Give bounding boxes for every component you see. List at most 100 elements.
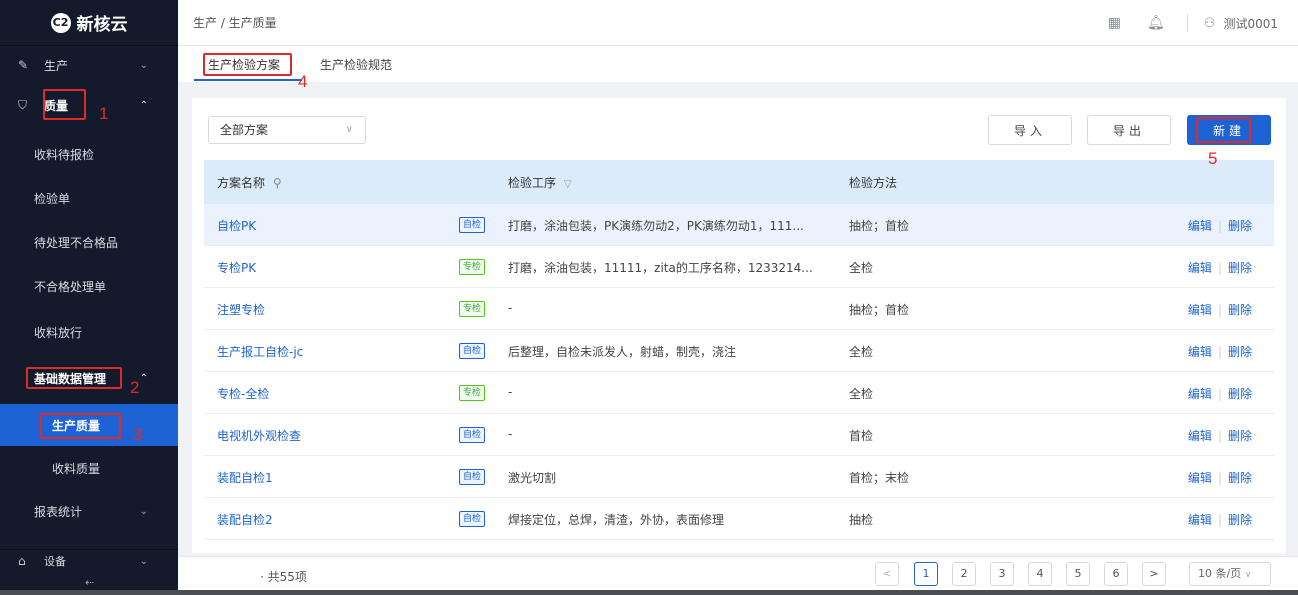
bell-icon[interactable]: 🔔︎: [1147, 15, 1165, 31]
filter-icon[interactable]: ▽: [564, 179, 572, 190]
collapse-sidebar-icon[interactable]: ⇠: [85, 576, 94, 589]
edit-link[interactable]: 编辑: [1188, 471, 1212, 485]
sidebar-item-receiving-quality[interactable]: 收料质量: [0, 446, 178, 490]
process-cell: 打磨，涂油包装，PK演练勿动2，PK演练勿动1，111...: [508, 219, 804, 233]
sidebar-item-inspection-order[interactable]: 检验单: [0, 176, 178, 220]
wrench-icon: ✎: [18, 58, 29, 72]
search-icon[interactable]: ⚲: [273, 176, 282, 190]
edit-link[interactable]: 编辑: [1188, 429, 1212, 443]
export-button[interactable]: 导出: [1087, 115, 1171, 145]
prev-page-button[interactable]: <: [875, 562, 899, 586]
page-size-select[interactable]: 10 条/页 ∨: [1189, 562, 1271, 586]
delete-link[interactable]: 删除: [1228, 471, 1252, 485]
main-card: 全部方案 ∨ 导入 导出 新建 方案名称 ⚲ 检验工序 ▽ 检验方法 自检PK 自…: [192, 98, 1286, 553]
annotation-box-4: [203, 53, 292, 76]
divider: |: [1217, 261, 1222, 275]
edit-link[interactable]: 编辑: [1188, 219, 1212, 233]
sidebar-item-receiving-pending[interactable]: 收料待报检: [0, 132, 178, 176]
page-1-button[interactable]: 1: [914, 562, 938, 586]
edit-link[interactable]: 编辑: [1188, 261, 1212, 275]
grid-icon[interactable]: ▦: [1108, 15, 1121, 31]
sidebar-item-label: 检验单: [34, 191, 71, 206]
page-4-button[interactable]: 4: [1028, 562, 1052, 586]
delete-link[interactable]: 删除: [1228, 513, 1252, 527]
active-tab-indicator: [194, 79, 302, 81]
page-5-button[interactable]: 5: [1066, 562, 1090, 586]
sidebar-item-label: 报表统计: [34, 504, 83, 519]
inspection-type-tag: 自检: [459, 217, 486, 233]
sidebar-item-label: 设备: [44, 555, 66, 568]
plan-name-link[interactable]: 装配自检1: [217, 469, 273, 486]
row-actions: 编辑 | 删除: [1188, 259, 1252, 276]
divider: |: [1217, 513, 1222, 527]
edit-link[interactable]: 编辑: [1188, 345, 1212, 359]
sidebar-item-nonconforming-order[interactable]: 不合格处理单: [0, 264, 178, 308]
method-cell: 全检: [849, 345, 874, 359]
delete-link[interactable]: 删除: [1228, 429, 1252, 443]
divider: |: [1217, 303, 1222, 317]
sidebar-item-receiving-release[interactable]: 收料放行: [0, 310, 178, 354]
edit-link[interactable]: 编辑: [1188, 513, 1212, 527]
row-actions: 编辑 | 删除: [1188, 301, 1252, 318]
user-name[interactable]: 测试0001: [1223, 15, 1278, 32]
divider: |: [1217, 471, 1222, 485]
method-cell: 首检: [849, 429, 874, 443]
annotation-box-1: [43, 89, 86, 120]
chevron-up-icon: ⌃: [139, 99, 148, 111]
next-page-button[interactable]: >: [1142, 562, 1166, 586]
delete-link[interactable]: 删除: [1228, 219, 1252, 233]
tab-inspection-spec[interactable]: 生产检验规范: [320, 56, 392, 73]
sidebar-item-label: 收料质量: [52, 461, 101, 476]
plan-name-link[interactable]: 专检-全检: [217, 385, 269, 402]
plan-name-link[interactable]: 专检PK: [217, 259, 256, 276]
edit-link[interactable]: 编辑: [1188, 387, 1212, 401]
process-cell: 打磨，涂油包装，11111，zita的工序名称，1233214...: [508, 261, 813, 275]
inspection-type-tag: 自检: [459, 427, 486, 443]
divider: |: [1217, 387, 1222, 401]
plan-name-link[interactable]: 电视机外观检查: [217, 427, 301, 444]
header-actions: ▦ 🔔︎ ⚇ 测试0001: [1082, 0, 1278, 46]
plan-name-link[interactable]: 自检PK: [217, 217, 256, 234]
import-button[interactable]: 导入: [988, 115, 1072, 145]
sidebar-item-reports[interactable]: 报表统计 ⌄: [0, 492, 178, 530]
edit-link[interactable]: 编辑: [1188, 303, 1212, 317]
annotation-box-5: [1196, 117, 1251, 143]
delete-link[interactable]: 删除: [1228, 303, 1252, 317]
process-cell: 焊接定位，总焊，清渣，外协，表面修理: [508, 513, 725, 527]
plan-name-link[interactable]: 生产报工自检-jc: [217, 343, 303, 360]
column-header-method: 检验方法: [849, 176, 898, 190]
column-header-name[interactable]: 方案名称 ⚲: [217, 174, 282, 191]
plan-name-link[interactable]: 注塑专检: [217, 301, 265, 318]
row-actions: 编辑 | 删除: [1188, 385, 1252, 402]
sidebar-item-quality[interactable]: ⛉ 质量 ⌃: [0, 86, 178, 124]
method-cell: 抽检；首检: [849, 303, 910, 317]
annotation-box-3: [40, 413, 121, 439]
sidebar-item-production[interactable]: ✎ 生产 ⌄: [0, 46, 178, 84]
plan-filter-select[interactable]: 全部方案 ∨: [208, 116, 366, 144]
inspection-type-tag: 自检: [459, 469, 486, 485]
method-cell: 首检；末检: [849, 471, 910, 485]
page-2-button[interactable]: 2: [952, 562, 976, 586]
column-header-process[interactable]: 检验工序 ▽: [508, 174, 572, 191]
row-actions: 编辑 | 删除: [1188, 511, 1252, 528]
sidebar-item-pending-nonconforming[interactable]: 待处理不合格品: [0, 220, 178, 264]
table-row: 专检PK 专检 打磨，涂油包装，11111，zita的工序名称，1233214...…: [204, 246, 1274, 288]
inspection-type-tag: 自检: [459, 511, 486, 527]
sidebar: C2 新核云 ✎ 生产 ⌄ ⛉ 质量 ⌃ 收料待报检 检验单 待处理不合格品 不…: [0, 0, 178, 595]
table-row: 装配自检2 自检 焊接定位，总焊，清渣，外协，表面修理 抽检 编辑 | 删除: [204, 498, 1274, 540]
annotation-number-4: 4: [298, 72, 308, 91]
sidebar-item-label: 收料放行: [34, 325, 83, 340]
home-icon: ⌂: [18, 554, 26, 568]
page-6-button[interactable]: 6: [1104, 562, 1128, 586]
sidebar-item-equipment[interactable]: ⌂ 设备 ⌄: [0, 552, 178, 570]
delete-link[interactable]: 删除: [1228, 345, 1252, 359]
table-header: 方案名称 ⚲ 检验工序 ▽ 检验方法: [204, 160, 1274, 204]
tab-bar: 生产检验方案 生产检验规范: [178, 46, 1298, 82]
table-row: 装配自检1 自检 激光切割 首检；末检 编辑 | 删除: [204, 456, 1274, 498]
page-3-button[interactable]: 3: [990, 562, 1014, 586]
app-logo[interactable]: C2 新核云: [0, 0, 178, 46]
inspection-type-tag: 自检: [459, 343, 486, 359]
delete-link[interactable]: 删除: [1228, 261, 1252, 275]
delete-link[interactable]: 删除: [1228, 387, 1252, 401]
plan-name-link[interactable]: 装配自检2: [217, 511, 273, 528]
